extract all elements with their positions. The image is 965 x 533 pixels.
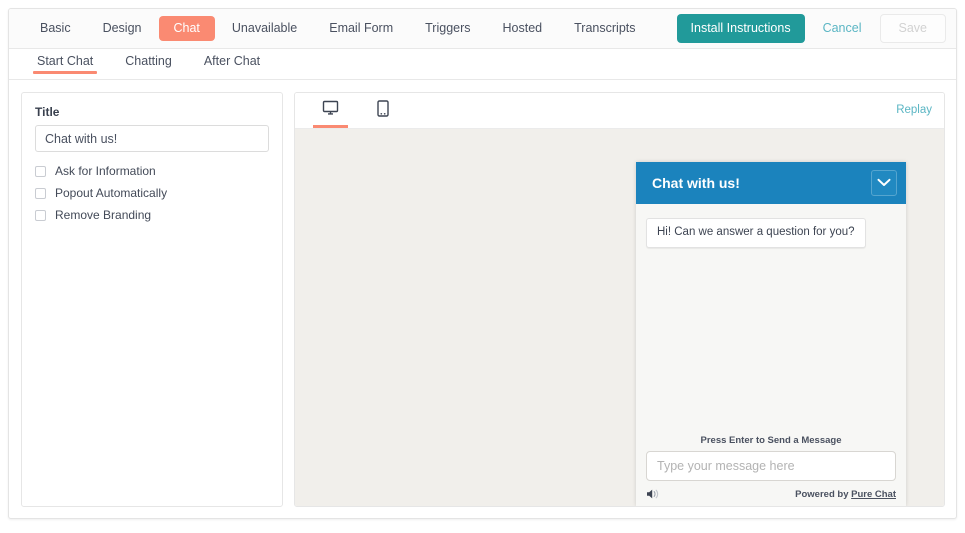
install-instructions-button[interactable]: Install Instructions (676, 14, 805, 43)
tab-basic[interactable]: Basic (25, 16, 86, 41)
checkbox-label: Ask for Information (55, 164, 156, 178)
checkbox-icon[interactable] (35, 187, 46, 199)
powered-by-label: Powered by Pure Chat (795, 489, 896, 500)
device-tab-mobile[interactable] (368, 93, 398, 128)
chat-greeting-bubble: Hi! Can we answer a question for you? (646, 218, 866, 248)
checkbox-label: Remove Branding (55, 208, 152, 222)
chevron-down-icon (877, 174, 891, 192)
pure-chat-link[interactable]: Pure Chat (851, 489, 896, 500)
secondary-tab-bar: Start Chat Chatting After Chat (9, 49, 956, 80)
tab-design[interactable]: Design (88, 16, 157, 41)
chat-widget-footer: Press Enter to Send a Message Type your … (636, 429, 906, 506)
device-tab-desktop[interactable] (313, 93, 348, 128)
subtab-chatting[interactable]: Chatting (121, 49, 176, 73)
primary-tab-bar: Basic Design Chat Unavailable Email Form… (9, 9, 956, 49)
checkbox-icon[interactable] (35, 209, 46, 221)
preview-toolbar: Replay (295, 93, 944, 128)
content-area: Title Ask for Information Popout Automat… (9, 80, 956, 518)
cancel-button[interactable]: Cancel (819, 16, 866, 41)
checkbox-ask-for-information[interactable]: Ask for Information (35, 165, 269, 177)
save-button[interactable]: Save (879, 14, 946, 43)
subtab-after-chat[interactable]: After Chat (200, 49, 264, 73)
checkbox-remove-branding[interactable]: Remove Branding (35, 209, 269, 221)
tab-unavailable[interactable]: Unavailable (217, 16, 312, 41)
app-frame: Basic Design Chat Unavailable Email Form… (8, 8, 957, 519)
chat-widget-bottom-row: Powered by Pure Chat (646, 488, 896, 500)
replay-link[interactable]: Replay (896, 104, 932, 117)
title-input[interactable] (35, 125, 269, 152)
header-actions: Install Instructions Cancel Save (676, 14, 946, 43)
chat-widget-title: Chat with us! (652, 175, 740, 191)
speaker-icon[interactable] (646, 488, 661, 500)
preview-panel: Replay Chat with us! Hi! Can we answer a… (294, 92, 945, 507)
press-enter-hint: Press Enter to Send a Message (700, 435, 842, 446)
chat-minimize-button[interactable] (871, 170, 897, 196)
chat-message-list: Hi! Can we answer a question for you? (636, 204, 906, 429)
preview-stage: Chat with us! Hi! Can we answer a questi… (295, 128, 944, 506)
primary-tabs: Basic Design Chat Unavailable Email Form… (25, 16, 677, 41)
tab-transcripts[interactable]: Transcripts (559, 16, 650, 41)
tab-hosted[interactable]: Hosted (488, 16, 558, 41)
mobile-icon (377, 99, 389, 122)
title-field-label: Title (35, 105, 60, 119)
monitor-icon (322, 100, 339, 121)
chat-message-input[interactable] (646, 451, 896, 481)
checkbox-popout-automatically[interactable]: Popout Automatically (35, 187, 269, 199)
checkbox-label: Popout Automatically (55, 186, 168, 200)
subtab-start-chat[interactable]: Start Chat (33, 49, 98, 73)
chat-widget-preview: Chat with us! Hi! Can we answer a questi… (636, 162, 906, 506)
checkbox-icon[interactable] (35, 165, 46, 177)
tab-email-form[interactable]: Email Form (314, 16, 408, 41)
device-tabs (305, 93, 398, 128)
chat-widget-header: Chat with us! (636, 162, 906, 204)
tab-chat[interactable]: Chat (158, 16, 215, 41)
checkbox-list: Ask for Information Popout Automatically… (35, 165, 269, 221)
tab-triggers[interactable]: Triggers (410, 16, 485, 41)
powered-by-prefix: Powered by (795, 488, 852, 500)
settings-panel: Title Ask for Information Popout Automat… (21, 92, 283, 507)
